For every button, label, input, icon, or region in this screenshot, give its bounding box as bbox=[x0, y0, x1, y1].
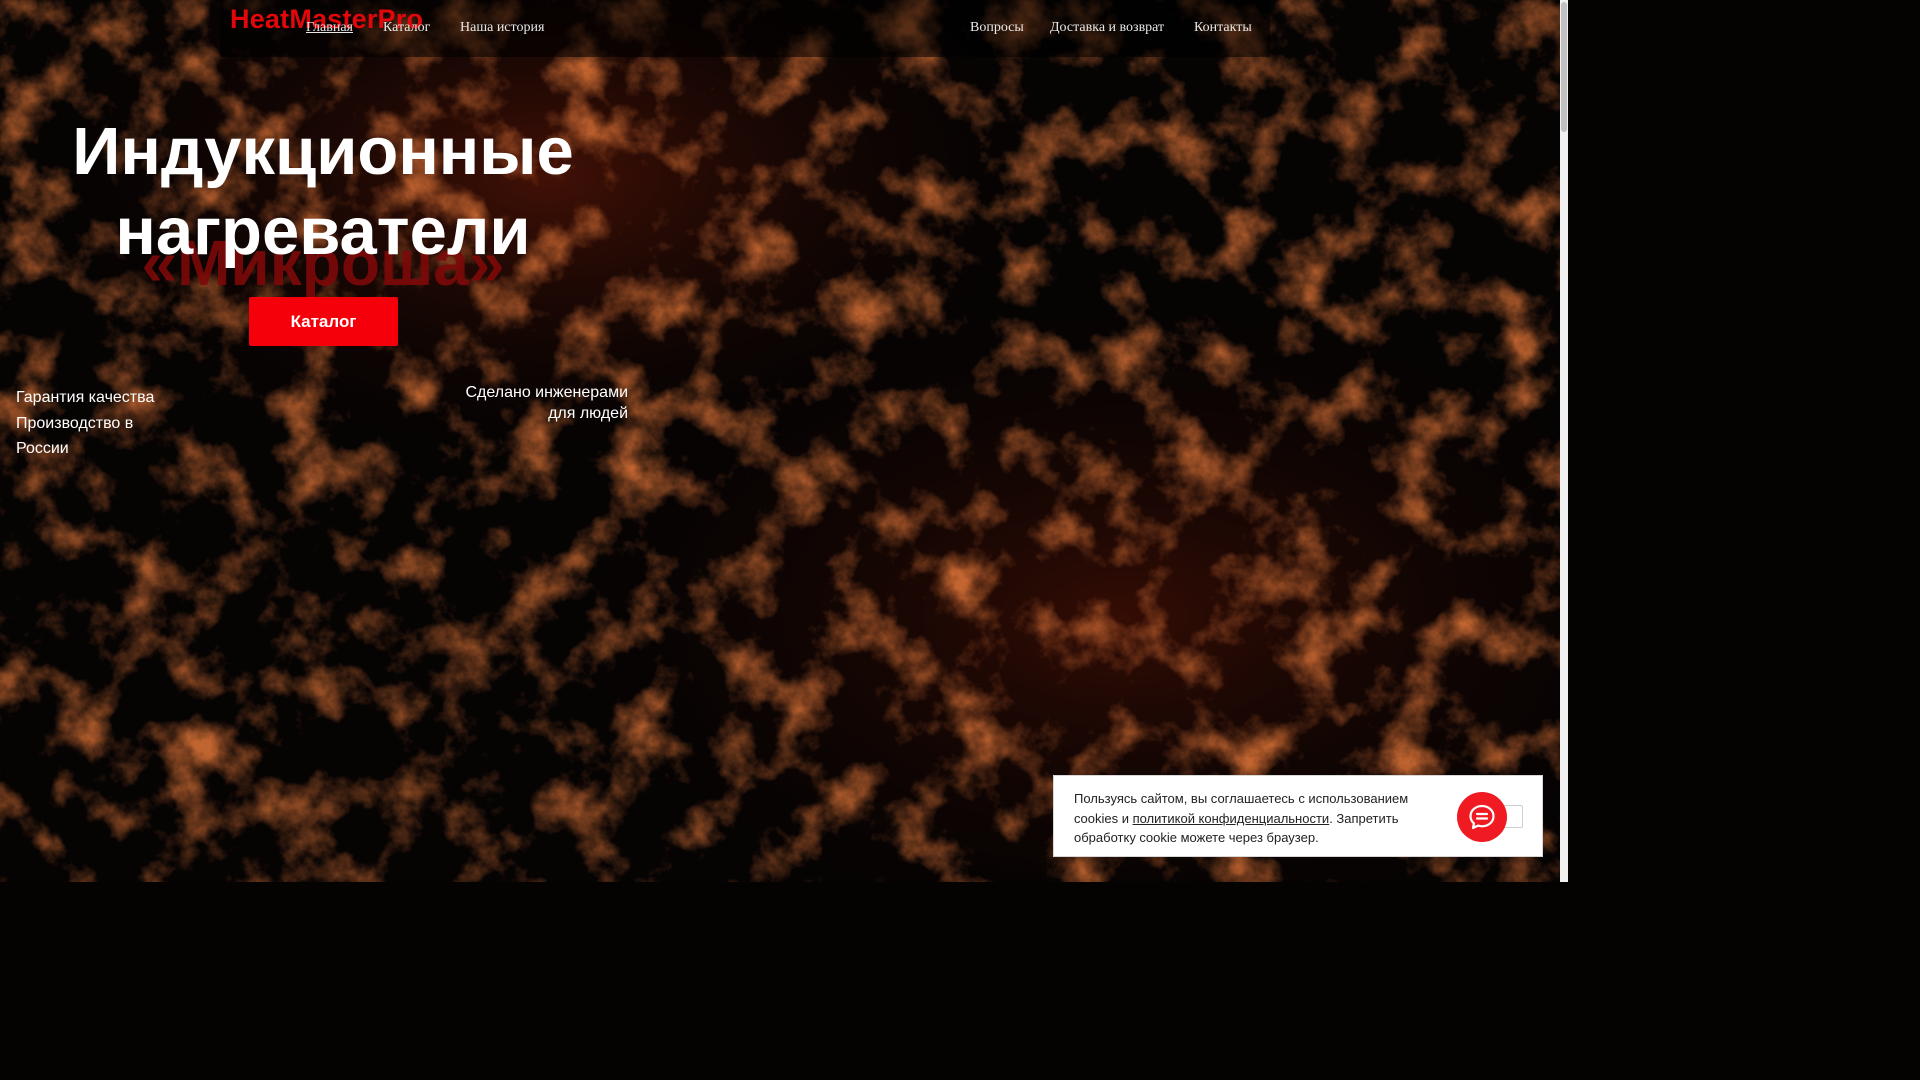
feature-engineers-line1: Сделано инженерами bbox=[465, 384, 628, 401]
privacy-policy-link[interactable]: политикой конфиденциальности bbox=[1133, 811, 1330, 826]
feature-quality: Гарантия качества Производство в России bbox=[16, 385, 216, 462]
feature-quality-line2: Производство в bbox=[16, 414, 134, 432]
hero-title: Индукционные нагреватели bbox=[40, 112, 606, 273]
nav-questions[interactable]: Вопросы bbox=[970, 20, 1024, 36]
feature-quality-line3: России bbox=[16, 440, 69, 458]
nav-contacts[interactable]: Контакты bbox=[1194, 20, 1252, 36]
scrollbar-thumb[interactable] bbox=[1561, 2, 1567, 132]
chat-bubble-icon bbox=[1469, 804, 1495, 830]
feature-engineers: Сделано инженерами для людей bbox=[428, 383, 628, 425]
chat-widget-button[interactable] bbox=[1457, 792, 1507, 842]
nav-catalog[interactable]: Каталог bbox=[383, 20, 430, 36]
hero-title-line1: Индукционные bbox=[72, 114, 574, 189]
feature-engineers-line2: для людей bbox=[548, 404, 628, 422]
feature-quality-line1: Гарантия качества bbox=[16, 389, 155, 406]
catalog-button[interactable]: Каталог bbox=[249, 297, 398, 346]
hero-title-line2: нагреватели bbox=[115, 194, 531, 270]
nav-our-history[interactable]: Наша история bbox=[460, 20, 544, 36]
nav-home[interactable]: Главная bbox=[306, 20, 353, 36]
page-scrollbar[interactable] bbox=[1560, 0, 1568, 882]
nav-delivery-returns[interactable]: Доставка и возврат bbox=[1050, 20, 1164, 36]
cookie-text: Пользуясь сайтом, вы соглашаетесь с испо… bbox=[1074, 789, 1444, 848]
